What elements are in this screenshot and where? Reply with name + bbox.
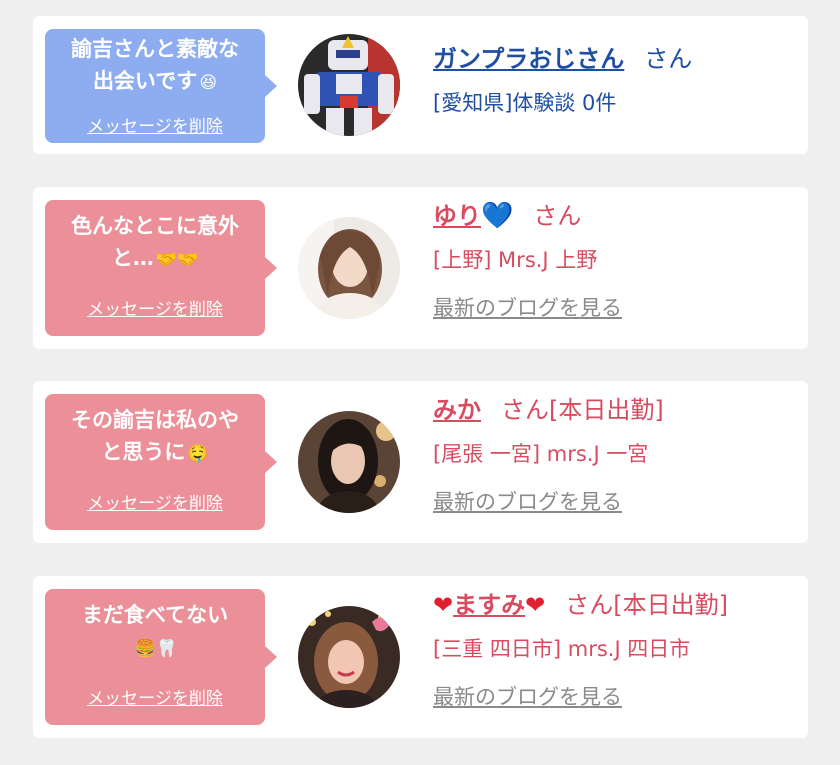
working-today-status: [本日出勤] [613,591,728,619]
member-info: ゆり💙 さん [上野] Mrs.J 上野 最新のブログを見る [433,199,622,323]
message-bubble: 色んなとこに意外 と… 🤝🤝 メッセージを削除 [45,200,277,336]
member-name-link[interactable]: ますみ [453,591,525,619]
red-heart-icon: ❤ [525,591,546,619]
member-subtitle: [三重 四日市] mrs.J 四日市 [433,637,691,661]
honorific: さん [565,591,614,619]
message-text: 色んなとこに意外 と… [71,214,239,270]
latest-blog-link[interactable]: 最新のブログを見る [433,293,622,323]
delete-message-link[interactable]: メッセージを削除 [45,295,265,320]
delete-message-link[interactable]: メッセージを削除 [45,489,265,514]
message-emoji: 😆 [199,73,218,93]
woman-photo-avatar[interactable] [298,606,400,708]
member-info: ❤ますみ❤ さん[本日出勤] [三重 四日市] mrs.J 四日市 最新のブログを… [433,588,728,712]
member-name-link[interactable]: みか [433,396,481,424]
message-text: まだ食べてない [81,603,229,627]
message-text: その諭吉は私のや と思うに [71,408,239,464]
message-card: 色んなとこに意外 と… 🤝🤝 メッセージを削除 ゆり💙 さん [上野] Mrs.J … [33,187,808,349]
message-emoji: 🤤 [187,444,209,464]
member-info: ガンプラおじさん さん [愛知県]体験談 0件 [433,42,692,118]
member-name-link[interactable]: ガンプラおじさん [433,45,624,73]
message-list: 諭吉さんと素敵な 出会いです 😆 メッセージを削除 ガンプラおじさん さん [愛… [0,0,840,765]
message-card: まだ食べてない 🍔🦷 メッセージを削除 ❤ますみ❤ さん[本日出勤] [三重 四日… [33,576,808,738]
honorific: さん [644,45,693,73]
member-subtitle: [尾張 一宮] mrs.J 一宮 [433,442,649,466]
delete-message-link[interactable]: メッセージを削除 [45,684,265,709]
member-name-link[interactable]: ゆり [433,202,481,230]
woman-photo-avatar[interactable] [298,411,400,513]
message-card: 諭吉さんと素敵な 出会いです 😆 メッセージを削除 ガンプラおじさん さん [愛… [33,16,808,154]
honorific: さん [501,396,549,424]
message-emoji: 🍔🦷 [134,639,178,659]
member-subtitle: [上野] Mrs.J 上野 [433,248,598,272]
working-today-status: [本日出勤] [549,396,664,424]
member-info: みか さん[本日出勤] [尾張 一宮] mrs.J 一宮 最新のブログを見る [433,393,664,517]
member-subtitle: [愛知県]体験談 0件 [433,91,617,115]
latest-blog-link[interactable]: 最新のブログを見る [433,487,664,517]
woman-photo-avatar[interactable] [298,217,400,319]
latest-blog-link[interactable]: 最新のブログを見る [433,682,728,712]
message-emoji: 🤝🤝 [155,250,199,270]
blue-heart-icon: 💙 [481,201,514,231]
red-heart-icon: ❤ [433,591,454,619]
message-card: その諭吉は私のや と思うに 🤤 メッセージを削除 みか さん[本日出勤] [尾張 一… [33,381,808,543]
delete-message-link[interactable]: メッセージを削除 [45,112,265,137]
message-bubble: 諭吉さんと素敵な 出会いです 😆 メッセージを削除 [45,29,277,143]
message-bubble: その諭吉は私のや と思うに 🤤 メッセージを削除 [45,394,277,530]
honorific: さん [533,202,582,230]
robot-figure-avatar[interactable] [298,34,400,136]
message-bubble: まだ食べてない 🍔🦷 メッセージを削除 [45,589,277,725]
